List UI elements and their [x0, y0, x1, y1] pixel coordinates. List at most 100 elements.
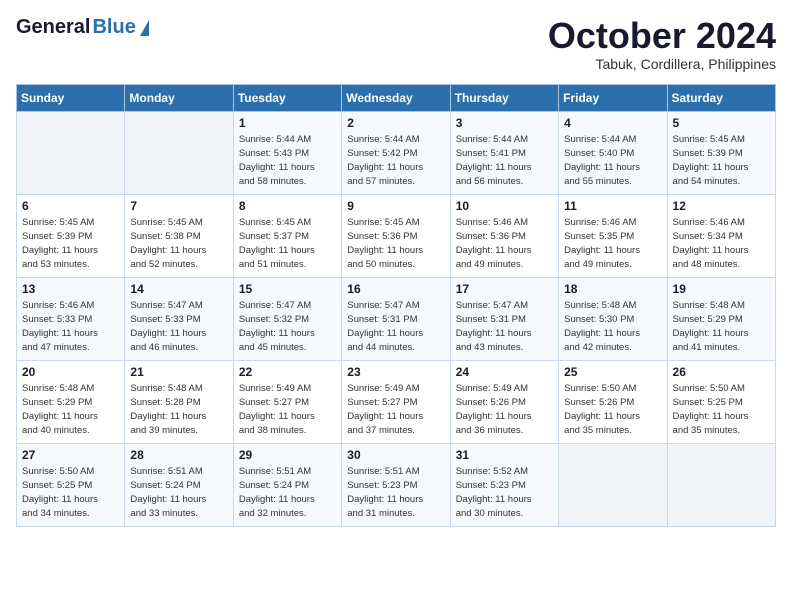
calendar-cell: 26Sunrise: 5:50 AM Sunset: 5:25 PM Dayli…	[667, 360, 775, 443]
day-info: Sunrise: 5:45 AM Sunset: 5:39 PM Dayligh…	[22, 216, 119, 273]
calendar-cell: 24 Sunrise: 5:49 AM Sunset: 5:26 PM Dayli…	[450, 360, 558, 443]
day-number: 25	[564, 365, 661, 379]
day-info: Sunrise: 5:44 AM Sunset: 5:40 PM Dayligh…	[564, 133, 661, 190]
day-number: 18	[564, 282, 661, 296]
day-number: 17	[456, 282, 553, 296]
calendar-cell: 22 Sunrise: 5:49 AM Sunset: 5:27 PM Dayli…	[233, 360, 341, 443]
day-number: 22	[239, 365, 336, 379]
day-number: 21	[130, 365, 227, 379]
calendar-cell: 10 Sunrise: 5:46 AM Sunset: 5:36 PM Dayli…	[450, 194, 558, 277]
calendar-week-row: 27 Sunrise: 5:50 AM Sunset: 5:25 PM Dayli…	[17, 443, 776, 526]
day-info: Sunrise: 5:44 AM Sunset: 5:41 PM Dayligh…	[456, 133, 553, 190]
day-info: Sunrise: 5:45 AM Sunset: 5:37 PM Dayligh…	[239, 216, 336, 273]
day-number: 24	[456, 365, 553, 379]
calendar-cell: 7 Sunrise: 5:45 AM Sunset: 5:38 PM Daylig…	[125, 194, 233, 277]
day-info: Sunrise: 5:50 AM Sunset: 5:26 PM Dayligh…	[564, 382, 661, 439]
calendar-week-row: 1 Sunrise: 5:44 AM Sunset: 5:43 PM Daylig…	[17, 111, 776, 194]
day-number: 1	[239, 116, 336, 130]
page-header: General Blue October 2024 Tabuk, Cordill…	[16, 16, 776, 72]
location-subtitle: Tabuk, Cordillera, Philippines	[548, 56, 776, 72]
calendar-cell: 19 Sunrise: 5:48 AM Sunset: 5:29 PM Dayli…	[667, 277, 775, 360]
calendar-cell: 5 Sunrise: 5:45 AM Sunset: 5:39 PM Daylig…	[667, 111, 775, 194]
calendar-cell: 2 Sunrise: 5:44 AM Sunset: 5:42 PM Daylig…	[342, 111, 450, 194]
day-info: Sunrise: 5:51 AM Sunset: 5:24 PM Dayligh…	[130, 465, 227, 522]
day-info: Sunrise: 5:44 AM Sunset: 5:43 PM Dayligh…	[239, 133, 336, 190]
calendar-cell: 9 Sunrise: 5:45 AM Sunset: 5:36 PM Daylig…	[342, 194, 450, 277]
day-number: 8	[239, 199, 336, 213]
calendar-cell: 31 Sunrise: 5:52 AM Sunset: 5:23 PM Dayli…	[450, 443, 558, 526]
calendar-cell: 13Sunrise: 5:46 AM Sunset: 5:33 PM Dayli…	[17, 277, 125, 360]
day-info: Sunrise: 5:45 AM Sunset: 5:36 PM Dayligh…	[347, 216, 444, 273]
calendar-cell: 20Sunrise: 5:48 AM Sunset: 5:29 PM Dayli…	[17, 360, 125, 443]
calendar-cell: 6Sunrise: 5:45 AM Sunset: 5:39 PM Daylig…	[17, 194, 125, 277]
day-number: 9	[347, 199, 444, 213]
day-number: 7	[130, 199, 227, 213]
calendar-week-row: 20Sunrise: 5:48 AM Sunset: 5:29 PM Dayli…	[17, 360, 776, 443]
calendar-header-monday: Monday	[125, 84, 233, 111]
calendar-cell	[667, 443, 775, 526]
calendar-header-sunday: Sunday	[17, 84, 125, 111]
day-number: 23	[347, 365, 444, 379]
day-number: 27	[22, 448, 119, 462]
calendar-cell: 25 Sunrise: 5:50 AM Sunset: 5:26 PM Dayli…	[559, 360, 667, 443]
calendar-week-row: 13Sunrise: 5:46 AM Sunset: 5:33 PM Dayli…	[17, 277, 776, 360]
calendar-header-thursday: Thursday	[450, 84, 558, 111]
logo-blue-text: Blue	[92, 16, 135, 39]
day-info: Sunrise: 5:48 AM Sunset: 5:29 PM Dayligh…	[673, 299, 770, 356]
calendar-cell: 8 Sunrise: 5:45 AM Sunset: 5:37 PM Daylig…	[233, 194, 341, 277]
day-number: 15	[239, 282, 336, 296]
day-info: Sunrise: 5:46 AM Sunset: 5:35 PM Dayligh…	[564, 216, 661, 273]
calendar-cell: 27 Sunrise: 5:50 AM Sunset: 5:25 PM Dayli…	[17, 443, 125, 526]
day-info: Sunrise: 5:45 AM Sunset: 5:38 PM Dayligh…	[130, 216, 227, 273]
day-info: Sunrise: 5:50 AM Sunset: 5:25 PM Dayligh…	[22, 465, 119, 522]
calendar-cell: 17 Sunrise: 5:47 AM Sunset: 5:31 PM Dayli…	[450, 277, 558, 360]
day-info: Sunrise: 5:47 AM Sunset: 5:32 PM Dayligh…	[239, 299, 336, 356]
day-info: Sunrise: 5:47 AM Sunset: 5:31 PM Dayligh…	[347, 299, 444, 356]
day-info: Sunrise: 5:48 AM Sunset: 5:30 PM Dayligh…	[564, 299, 661, 356]
day-number: 19	[673, 282, 770, 296]
calendar-cell: 29 Sunrise: 5:51 AM Sunset: 5:24 PM Dayli…	[233, 443, 341, 526]
calendar-cell: 11 Sunrise: 5:46 AM Sunset: 5:35 PM Dayli…	[559, 194, 667, 277]
day-info: Sunrise: 5:49 AM Sunset: 5:26 PM Dayligh…	[456, 382, 553, 439]
title-block: October 2024 Tabuk, Cordillera, Philippi…	[548, 16, 776, 72]
day-number: 10	[456, 199, 553, 213]
day-info: Sunrise: 5:50 AM Sunset: 5:25 PM Dayligh…	[673, 382, 770, 439]
day-info: Sunrise: 5:47 AM Sunset: 5:33 PM Dayligh…	[130, 299, 227, 356]
logo-triangle-icon	[140, 20, 149, 36]
day-number: 4	[564, 116, 661, 130]
day-number: 2	[347, 116, 444, 130]
calendar-header-tuesday: Tuesday	[233, 84, 341, 111]
day-number: 30	[347, 448, 444, 462]
day-info: Sunrise: 5:46 AM Sunset: 5:36 PM Dayligh…	[456, 216, 553, 273]
day-number: 11	[564, 199, 661, 213]
day-info: Sunrise: 5:44 AM Sunset: 5:42 PM Dayligh…	[347, 133, 444, 190]
day-info: Sunrise: 5:46 AM Sunset: 5:33 PM Dayligh…	[22, 299, 119, 356]
month-title: October 2024	[548, 16, 776, 56]
calendar-header-friday: Friday	[559, 84, 667, 111]
calendar-cell: 23 Sunrise: 5:49 AM Sunset: 5:27 PM Dayli…	[342, 360, 450, 443]
day-info: Sunrise: 5:47 AM Sunset: 5:31 PM Dayligh…	[456, 299, 553, 356]
calendar-cell: 28Sunrise: 5:51 AM Sunset: 5:24 PM Dayli…	[125, 443, 233, 526]
calendar-cell: 18 Sunrise: 5:48 AM Sunset: 5:30 PM Dayli…	[559, 277, 667, 360]
day-info: Sunrise: 5:49 AM Sunset: 5:27 PM Dayligh…	[239, 382, 336, 439]
calendar-cell: 3Sunrise: 5:44 AM Sunset: 5:41 PM Daylig…	[450, 111, 558, 194]
calendar-cell: 12Sunrise: 5:46 AM Sunset: 5:34 PM Dayli…	[667, 194, 775, 277]
day-info: Sunrise: 5:51 AM Sunset: 5:24 PM Dayligh…	[239, 465, 336, 522]
day-info: Sunrise: 5:52 AM Sunset: 5:23 PM Dayligh…	[456, 465, 553, 522]
calendar-cell: 1 Sunrise: 5:44 AM Sunset: 5:43 PM Daylig…	[233, 111, 341, 194]
day-number: 5	[673, 116, 770, 130]
day-number: 14	[130, 282, 227, 296]
day-info: Sunrise: 5:45 AM Sunset: 5:39 PM Dayligh…	[673, 133, 770, 190]
day-number: 29	[239, 448, 336, 462]
logo-general-text: General	[16, 16, 90, 39]
calendar-cell: 4 Sunrise: 5:44 AM Sunset: 5:40 PM Daylig…	[559, 111, 667, 194]
day-info: Sunrise: 5:46 AM Sunset: 5:34 PM Dayligh…	[673, 216, 770, 273]
calendar-header-row: SundayMondayTuesdayWednesdayThursdayFrid…	[17, 84, 776, 111]
logo: General Blue	[16, 16, 149, 39]
calendar-cell	[559, 443, 667, 526]
day-info: Sunrise: 5:48 AM Sunset: 5:29 PM Dayligh…	[22, 382, 119, 439]
calendar-cell	[125, 111, 233, 194]
day-number: 31	[456, 448, 553, 462]
day-info: Sunrise: 5:49 AM Sunset: 5:27 PM Dayligh…	[347, 382, 444, 439]
calendar-cell: 21Sunrise: 5:48 AM Sunset: 5:28 PM Dayli…	[125, 360, 233, 443]
